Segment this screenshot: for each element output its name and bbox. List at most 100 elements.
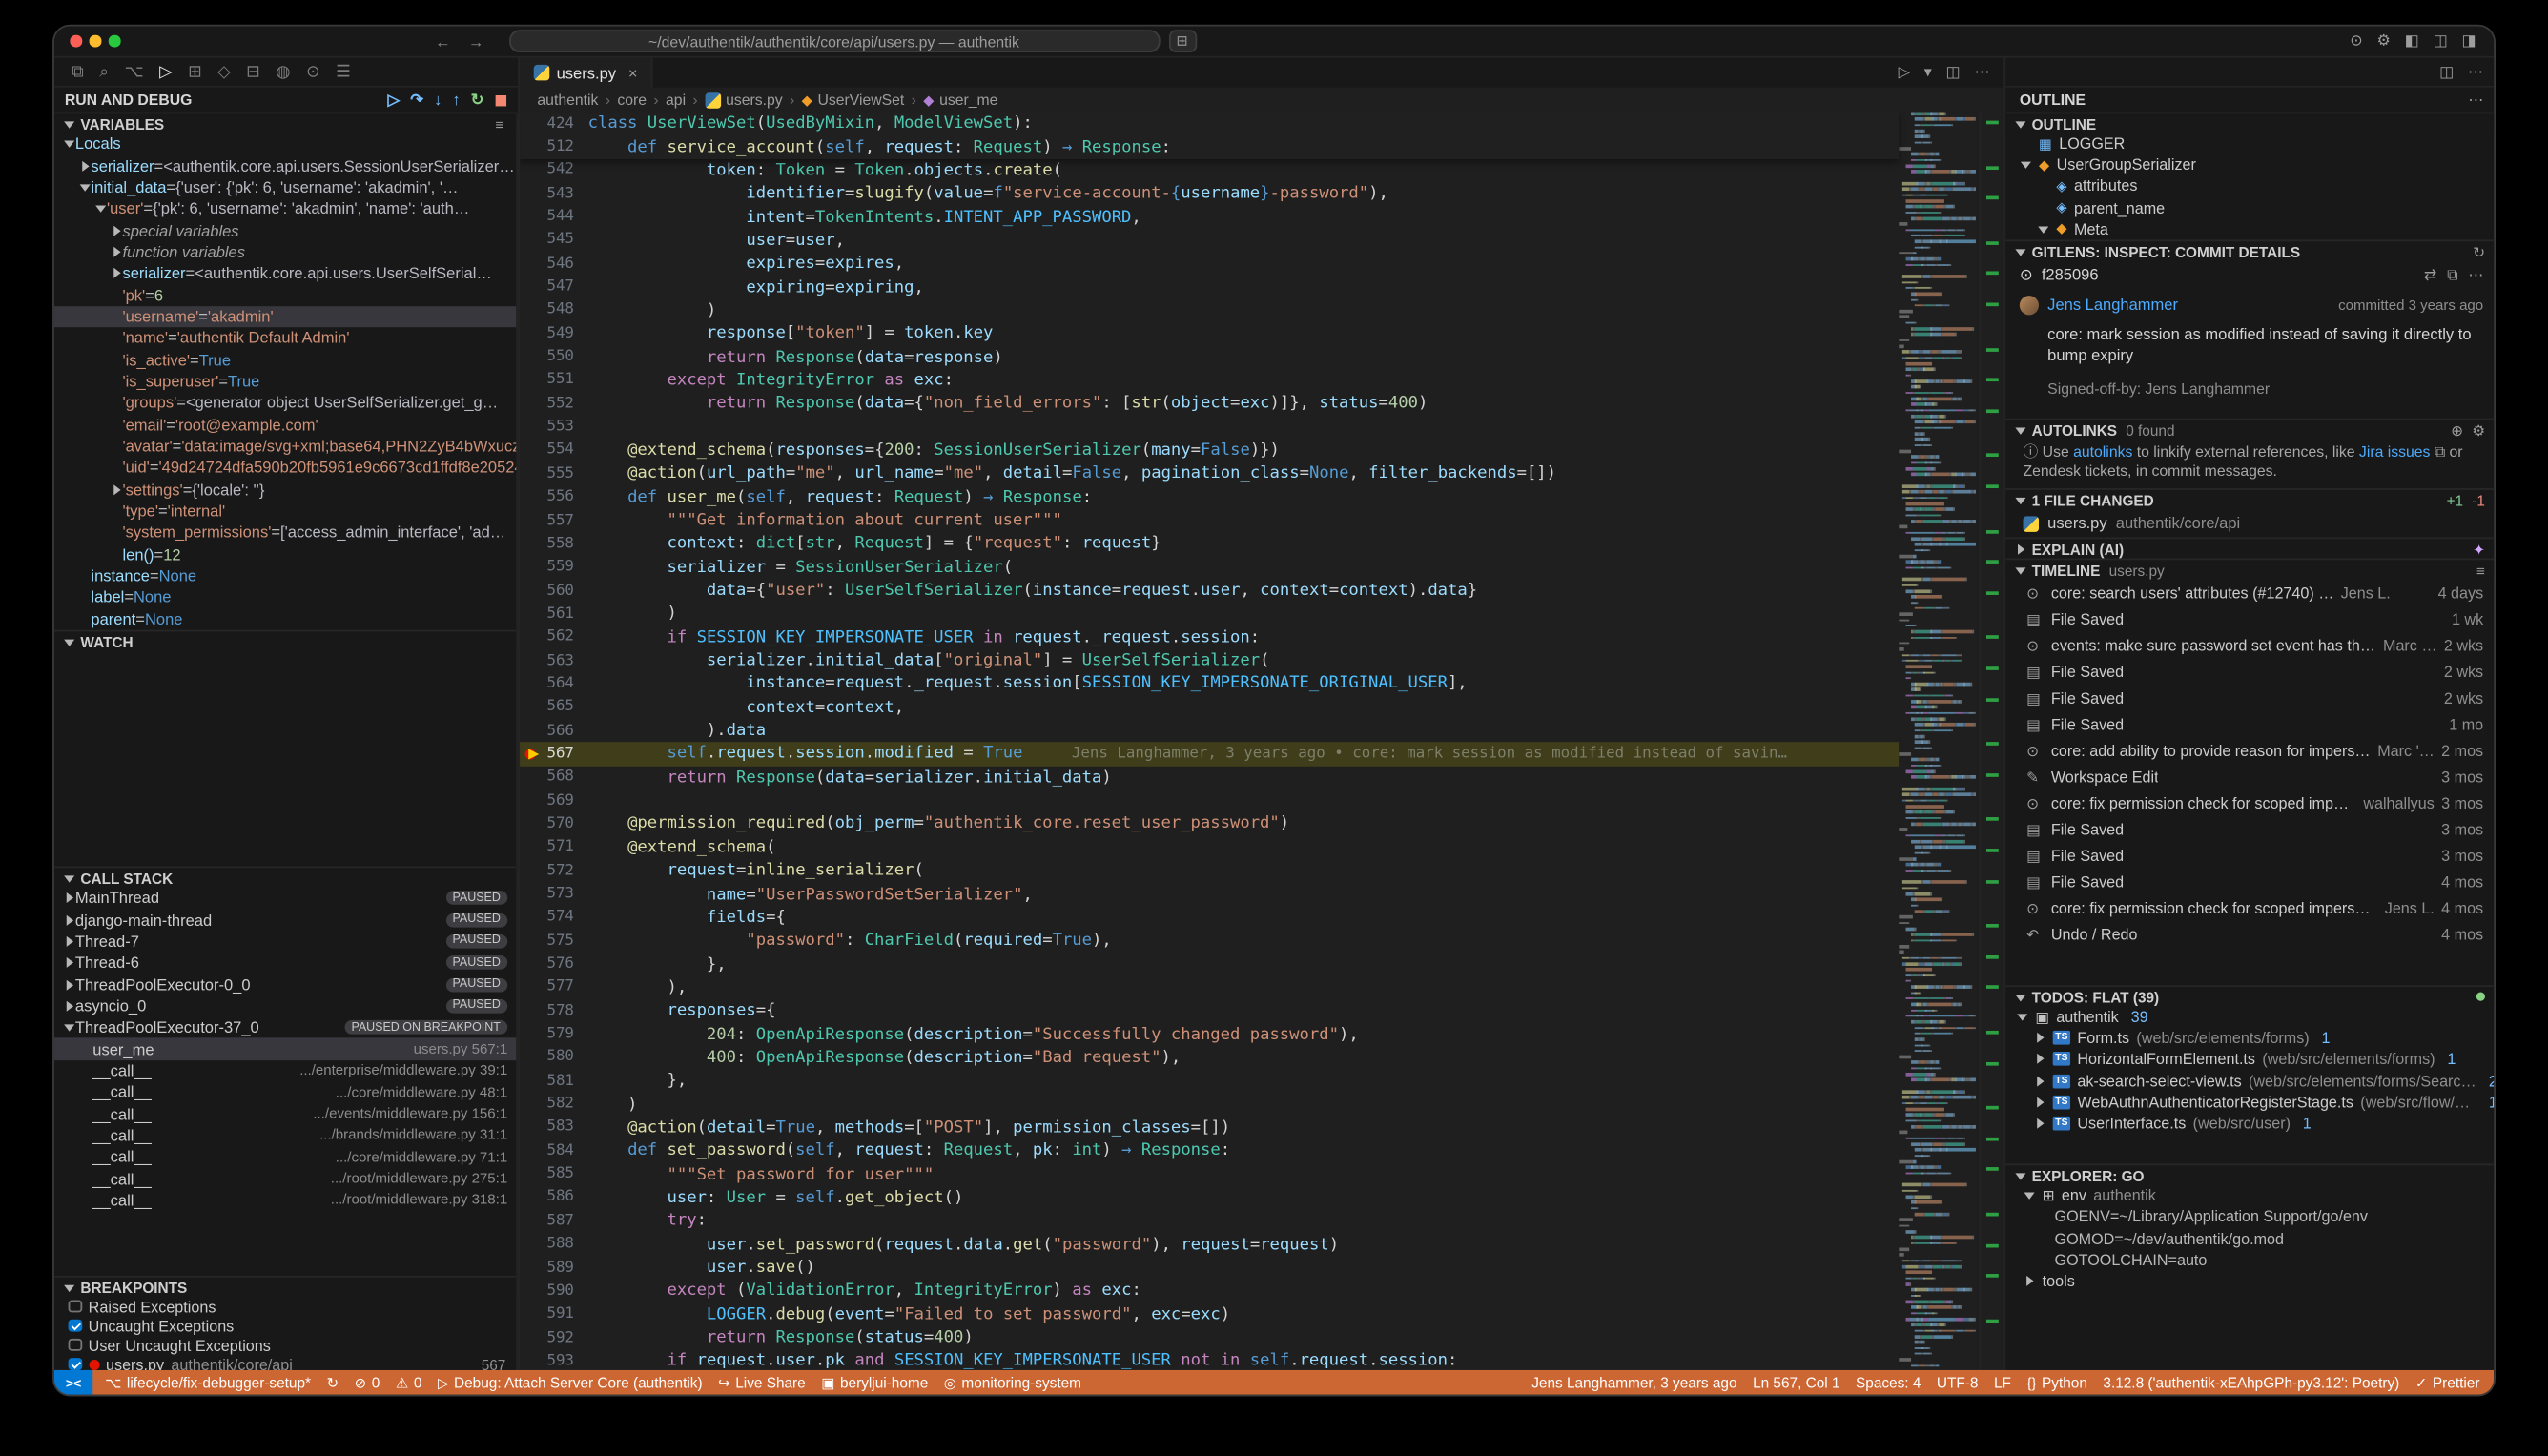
restart-icon[interactable]: ↻ (471, 91, 484, 110)
gutter[interactable] (520, 1162, 543, 1185)
gutter[interactable] (520, 1046, 543, 1069)
timeline-item[interactable]: ⊙events: make sure password set event ha… (2005, 632, 2496, 659)
variable-row[interactable]: 'system_permissions' = ['access_admin_in… (54, 522, 516, 543)
gutter[interactable] (520, 836, 543, 859)
disconnect-icon[interactable]: ◼ (494, 91, 507, 110)
gutter[interactable] (520, 603, 543, 625)
gutter[interactable] (520, 1093, 543, 1116)
variable-row[interactable]: Locals (54, 133, 516, 154)
gutter[interactable] (520, 1209, 543, 1232)
call-stack-frame-row[interactable]: __call__.../events/middleware.py 156:1 (54, 1103, 516, 1125)
gutter[interactable] (520, 416, 543, 439)
indentation-item[interactable]: Spaces: 4 (1856, 1374, 1921, 1391)
timeline-item[interactable]: ▤File Saved1 mo (2005, 710, 2496, 737)
gutter[interactable] (520, 205, 543, 228)
timeline-item[interactable]: ▤File Saved2 wks (2005, 685, 2496, 711)
cursor-position-item[interactable]: Ln 567, Col 1 (1753, 1374, 1839, 1391)
command-center-extra-button[interactable]: ⊞ (1168, 31, 1196, 52)
code-editor[interactable]: 542 token: Token = Token.objects.create(… (518, 112, 2003, 1373)
chevron-icon[interactable] (2034, 1118, 2046, 1130)
account-icon[interactable]: ⊙ (2350, 31, 2363, 51)
layout-panel-icon[interactable]: ◫ (2434, 31, 2448, 51)
gutter[interactable] (520, 906, 543, 929)
gutter[interactable] (520, 229, 543, 252)
chevron-icon[interactable] (2020, 159, 2032, 172)
call-stack-frame-row[interactable]: __call__.../brands/middleware.py 31:1 (54, 1125, 516, 1147)
gutter[interactable] (520, 953, 543, 975)
monitoring-item[interactable]: ◎monitoring-system (944, 1374, 1081, 1391)
warnings-item[interactable]: ⚠0 (396, 1374, 422, 1391)
gutter[interactable] (520, 182, 543, 205)
variable-row[interactable]: 'type' = 'internal' (54, 501, 516, 523)
gutter[interactable] (520, 625, 543, 648)
run-dropdown-icon[interactable]: ▾ (1924, 63, 1932, 82)
variable-row[interactable]: 'is_active' = True (54, 349, 516, 371)
remote-explorer-icon[interactable]: ⊟ (246, 62, 260, 81)
blame-item[interactable]: Jens Langhammer, 3 years ago (1531, 1374, 1736, 1391)
chevron-icon[interactable] (2034, 1096, 2046, 1108)
chevron-icon[interactable] (111, 246, 123, 258)
layout-sidebar-right-icon[interactable]: ◨ (2462, 31, 2476, 51)
chevron-icon[interactable] (111, 267, 123, 279)
panel-layout-icon[interactable]: ◫ (2439, 62, 2454, 81)
sync-icon[interactable]: ↻ (327, 1374, 339, 1391)
call-stack-thread-row[interactable]: ThreadPoolExecutor-37_0PAUSED ON BREAKPO… (54, 1016, 516, 1038)
interpreter-item[interactable]: 3.12.8 ('authentik-xEAhpGPh-py3.12': Poe… (2103, 1374, 2399, 1391)
chevron-icon[interactable] (63, 1000, 75, 1013)
explain-section-header[interactable]: EXPLAIN (AI) ✦ (2005, 537, 2496, 558)
files-changed-section-header[interactable]: 1 FILE CHANGED +1 -1 (2005, 488, 2496, 509)
tab-users-py[interactable]: users.py × (520, 58, 653, 88)
gutter[interactable] (520, 1186, 543, 1209)
chevron-icon[interactable] (63, 978, 75, 991)
breadcrumb-item-core[interactable]: core (617, 91, 647, 108)
call-stack-frame-row[interactable]: __call__.../enterprise/middleware.py 39:… (54, 1060, 516, 1082)
gutter[interactable] (520, 1233, 543, 1256)
variable-row[interactable]: len() = 12 (54, 543, 516, 565)
commit-author-row[interactable]: Jens Langhammer committed 3 years ago (2005, 289, 2496, 320)
live-share-item[interactable]: ↪Live Share (718, 1374, 806, 1391)
command-center[interactable]: ~/dev/authentik/authentik/core/api/users… (508, 31, 1160, 52)
autolinks-section-header[interactable]: AUTOLINKS 0 found ⊕ ⚙ (2005, 419, 2496, 440)
outline-item-meta[interactable]: ◆Meta (2005, 218, 2496, 239)
chevron-icon[interactable] (63, 956, 75, 969)
variable-row[interactable]: 'user' = {'pk': 6, 'username': 'akadmin'… (54, 197, 516, 219)
watch-section-header[interactable]: WATCH (54, 630, 516, 651)
breakpoint-gutter[interactable] (520, 743, 543, 766)
gutter[interactable] (520, 672, 543, 695)
variable-row[interactable]: initial_data = {'user': {'pk': 6, 'usern… (54, 176, 516, 198)
todo-file-row[interactable]: TSHorizontalFormElement.ts(web/src/eleme… (2005, 1049, 2496, 1070)
gutter[interactable] (520, 439, 543, 461)
chevron-icon[interactable] (79, 159, 92, 172)
call-stack-thread-row[interactable]: Thread-7PAUSED (54, 931, 516, 953)
gitlens-section-header[interactable]: GITLENS: INSPECT: COMMIT DETAILS ↻ (2005, 239, 2496, 260)
gutter[interactable] (520, 719, 543, 742)
timeline-item[interactable]: ✎Workspace Edit3 mos (2005, 763, 2496, 790)
breadcrumb-item-authentik[interactable]: authentik (537, 91, 598, 108)
chevron-icon[interactable] (63, 913, 75, 926)
gutter[interactable] (520, 696, 543, 719)
split-editor-icon[interactable]: ◫ (1946, 63, 1961, 82)
outline-item-usergroupserializer[interactable]: ◆UserGroupSerializer (2005, 154, 2496, 175)
breakpoint-checkbox[interactable] (69, 1358, 82, 1371)
outline-pane-title[interactable]: OUTLINE ⋯ (2003, 88, 2496, 113)
gutter[interactable] (520, 158, 543, 181)
call-stack-thread-row[interactable]: ThreadPoolExecutor-0_0PAUSED (54, 974, 516, 995)
breakpoint-checkbox[interactable] (69, 1338, 82, 1351)
gutter[interactable] (520, 252, 543, 275)
timeline-item[interactable]: ▤File Saved3 mos (2005, 842, 2496, 869)
breakpoint-checkbox[interactable] (69, 1300, 82, 1313)
language-item[interactable]: {}Python (2026, 1374, 2086, 1391)
gutter[interactable] (520, 532, 543, 555)
breadcrumb-item-userviewset[interactable]: ◆UserViewSet (802, 91, 905, 108)
gutter[interactable] (520, 1069, 543, 1092)
outline-section-header[interactable]: OUTLINE (2005, 112, 2496, 133)
back-icon[interactable]: ← (435, 32, 451, 50)
refresh-icon[interactable]: ↻ (2473, 242, 2485, 259)
gutter[interactable] (520, 976, 543, 999)
breakpoint-row[interactable]: Uncaught Exceptions (54, 1316, 516, 1335)
search-icon[interactable]: ⌕ (99, 62, 109, 81)
run-debug-icon[interactable]: ▷ (159, 62, 172, 81)
gutter[interactable] (520, 1023, 543, 1046)
outline-item-logger[interactable]: ▦LOGGER (2005, 133, 2496, 154)
more-actions-icon[interactable]: ⋯ (1974, 63, 1989, 82)
